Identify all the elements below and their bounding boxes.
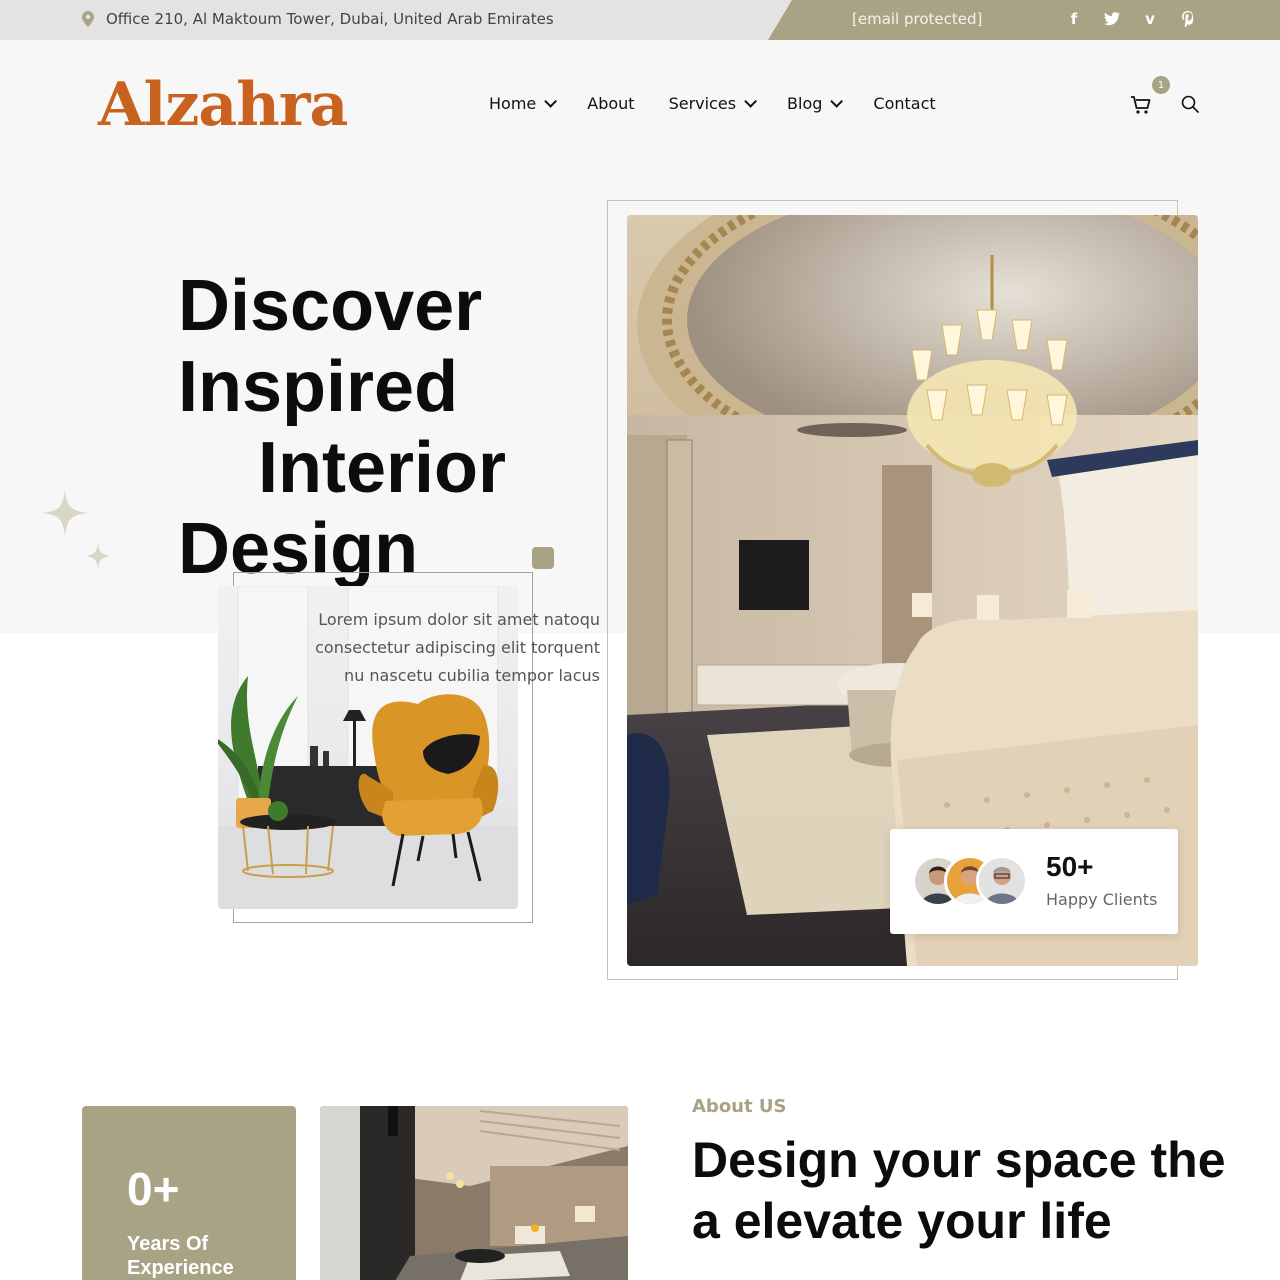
site-logo[interactable]: Alzahra bbox=[98, 70, 348, 140]
address-block: Office 210, Al Maktoum Tower, Dubai, Uni… bbox=[82, 10, 554, 28]
avatar-group bbox=[912, 855, 1028, 907]
nav-about-label: About bbox=[587, 94, 635, 113]
nav-blog-label: Blog bbox=[787, 94, 823, 113]
clients-label: Happy Clients bbox=[1046, 890, 1158, 909]
hero-description: Lorem ipsum dolor sit amet natoqu consec… bbox=[315, 610, 600, 685]
nav-services-label: Services bbox=[668, 94, 737, 113]
main-nav: Home About Services Blog Contact bbox=[489, 94, 936, 113]
nav-services[interactable]: Services bbox=[668, 94, 758, 113]
experience-label: Years Of Experience bbox=[127, 1233, 234, 1279]
sparkle-icon bbox=[42, 490, 88, 536]
address-text: Office 210, Al Maktoum Tower, Dubai, Uni… bbox=[106, 10, 554, 28]
pinterest-icon[interactable] bbox=[1180, 10, 1196, 28]
nav-home-label: Home bbox=[489, 94, 537, 113]
chevron-down-icon bbox=[544, 95, 558, 108]
vimeo-icon[interactable]: v bbox=[1142, 10, 1158, 28]
chevron-down-icon bbox=[830, 95, 844, 108]
email-link[interactable]: [email protected] bbox=[852, 10, 982, 28]
avatar bbox=[976, 855, 1028, 907]
nav-contact[interactable]: Contact bbox=[873, 94, 935, 113]
location-pin-icon bbox=[82, 11, 94, 27]
facebook-icon[interactable]: f bbox=[1066, 10, 1082, 28]
cart-icon[interactable] bbox=[1130, 95, 1152, 115]
cart-count-badge: 1 bbox=[1152, 76, 1170, 94]
nav-contact-label: Contact bbox=[873, 94, 936, 113]
about-room-image bbox=[320, 1106, 628, 1280]
hero-title-line: Interior bbox=[258, 428, 507, 508]
decorative-square bbox=[532, 547, 554, 569]
chevron-down-icon bbox=[744, 95, 758, 108]
twitter-icon[interactable] bbox=[1104, 10, 1120, 28]
top-bar: Office 210, Al Maktoum Tower, Dubai, Uni… bbox=[0, 0, 1280, 40]
search-icon[interactable] bbox=[1181, 95, 1199, 113]
experience-number: 0+ bbox=[127, 1163, 180, 1215]
hero-title-line: Inspired bbox=[178, 347, 459, 427]
social-links: f v bbox=[1066, 10, 1196, 28]
hero-title: Discover Inspired Interior Design bbox=[178, 266, 506, 590]
sparkle-icon bbox=[86, 543, 110, 569]
hero-title-line: Discover bbox=[178, 266, 483, 346]
about-tag: About US bbox=[692, 1096, 787, 1117]
about-title-line: Design your space the bbox=[692, 1132, 1226, 1188]
happy-clients-card: 50+ Happy Clients bbox=[890, 829, 1178, 934]
clients-count: 50+ bbox=[1046, 851, 1094, 882]
nav-blog[interactable]: Blog bbox=[787, 94, 844, 113]
nav-home[interactable]: Home bbox=[489, 94, 558, 113]
experience-card: 0+ Years Of Experience bbox=[82, 1106, 296, 1280]
topbar-accent-band bbox=[768, 0, 1280, 40]
about-title-line: a elevate your life bbox=[692, 1193, 1112, 1249]
nav-about[interactable]: About bbox=[587, 94, 634, 113]
about-title: Design your space the a elevate your lif… bbox=[692, 1130, 1252, 1252]
